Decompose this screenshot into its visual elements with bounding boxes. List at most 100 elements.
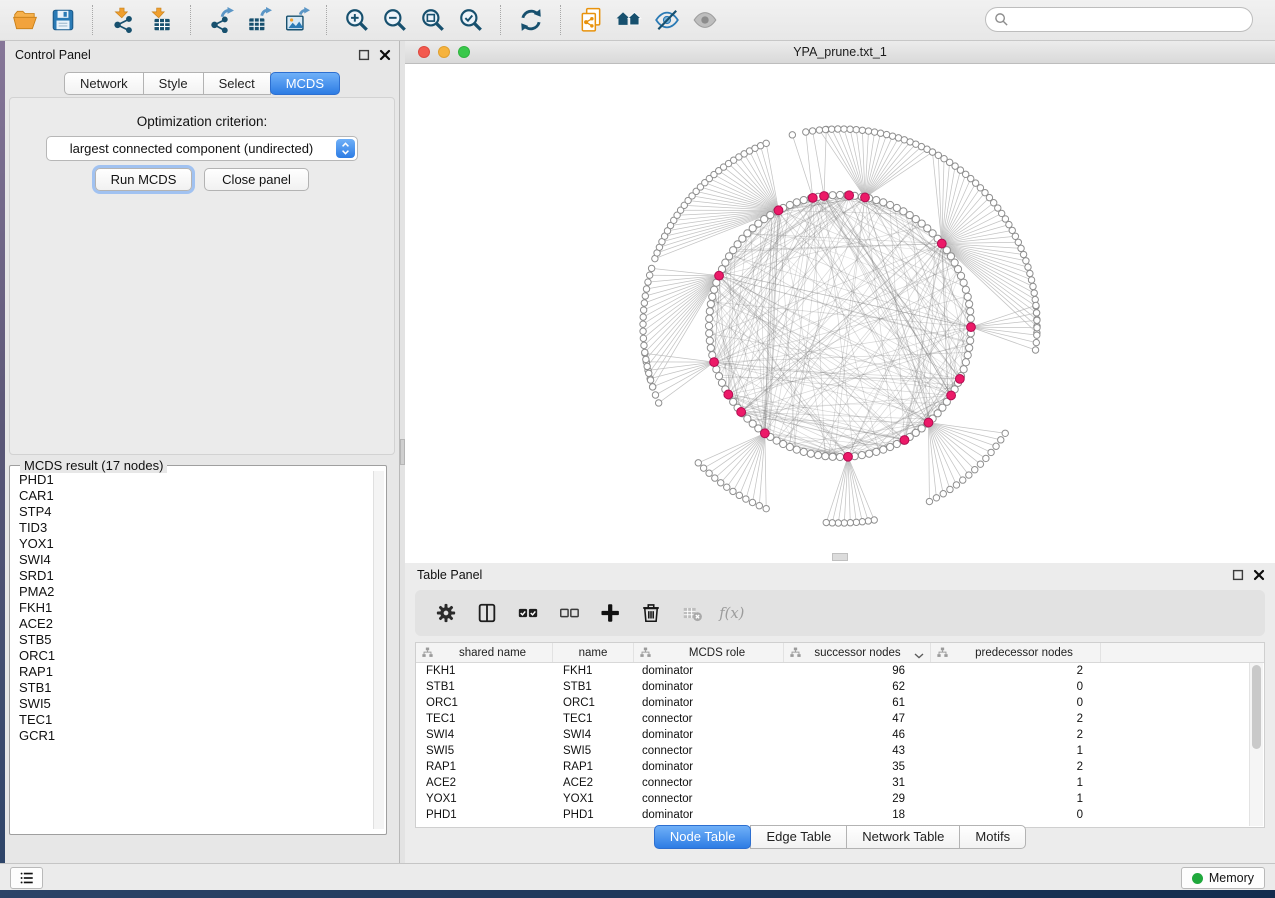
mcds-result-box: MCDS result (17 nodes) PHD1CAR1STP4TID3Y…	[9, 465, 387, 835]
table-cell: SWI5	[553, 745, 634, 757]
network-canvas[interactable]	[405, 64, 1275, 563]
export-image-button[interactable]	[278, 3, 316, 37]
mcds-result-item[interactable]: SWI4	[19, 552, 373, 568]
memory-status-icon	[1192, 873, 1203, 884]
zoom-fit-button[interactable]	[414, 3, 452, 37]
table-cell: dominator	[634, 809, 784, 821]
table-cell: 43	[784, 745, 931, 757]
mcds-result-item[interactable]: PHD1	[19, 472, 373, 488]
table-row[interactable]: ORC1ORC1dominator610	[416, 695, 1264, 711]
zoom-selected-button[interactable]	[452, 3, 490, 37]
hide-selected-button[interactable]	[648, 3, 686, 37]
import-network-button[interactable]	[104, 3, 142, 37]
table-row[interactable]: STB1STB1dominator620	[416, 679, 1264, 695]
mcds-result-item[interactable]: STP4	[19, 504, 373, 520]
mcds-result-item[interactable]: CAR1	[19, 488, 373, 504]
tab-mcds[interactable]: MCDS	[270, 72, 340, 95]
columns-button[interactable]	[474, 600, 500, 626]
tab-style[interactable]: Style	[143, 72, 204, 95]
mcds-result-item[interactable]: YOX1	[19, 536, 373, 552]
refresh-button[interactable]	[512, 3, 550, 37]
delete-table-icon	[681, 602, 703, 624]
select-all-button[interactable]	[515, 600, 541, 626]
gear-button[interactable]	[433, 600, 459, 626]
export-network-button[interactable]	[202, 3, 240, 37]
mcds-result-item[interactable]: TEC1	[19, 712, 373, 728]
import-table-icon	[148, 7, 174, 33]
table-cell: 2	[931, 665, 1101, 677]
mcds-result-item[interactable]: FKH1	[19, 600, 373, 616]
node-table-body: FKH1FKH1dominator962STB1STB1dominator620…	[416, 663, 1264, 823]
tab-motifs[interactable]: Motifs	[959, 825, 1026, 849]
export-table-button[interactable]	[240, 3, 278, 37]
mcds-result-item[interactable]: ACE2	[19, 616, 373, 632]
first-neighbors-button[interactable]	[610, 3, 648, 37]
task-history-button[interactable]	[10, 867, 43, 889]
scrollbar-thumb[interactable]	[1252, 665, 1261, 749]
run-mcds-button[interactable]: Run MCDS	[95, 168, 192, 191]
node-table: shared namenameMCDS rolesuccessor nodesp…	[415, 642, 1265, 828]
zoom-out-button[interactable]	[376, 3, 414, 37]
table-cell: ACE2	[416, 777, 553, 789]
column-header-predecessor-nodes[interactable]: predecessor nodes	[931, 643, 1101, 662]
tab-edge-table[interactable]: Edge Table	[750, 825, 847, 849]
deselect-all-button[interactable]	[556, 600, 582, 626]
zoom-in-button[interactable]	[338, 3, 376, 37]
open-folder-button[interactable]	[6, 3, 44, 37]
mcds-result-item[interactable]: SWI5	[19, 696, 373, 712]
network-splitter-grip[interactable]	[832, 553, 848, 561]
close-panel-icon[interactable]	[379, 48, 391, 60]
table-row[interactable]: RAP1RAP1dominator352	[416, 759, 1264, 775]
table-cell: connector	[634, 745, 784, 757]
table-cell: STB1	[553, 681, 634, 693]
network-window-titlebar[interactable]: YPA_prune.txt_1	[405, 41, 1275, 64]
float-table-panel-icon[interactable]	[1232, 568, 1244, 580]
tab-network[interactable]: Network	[64, 72, 144, 95]
mcds-result-item[interactable]: TID3	[19, 520, 373, 536]
column-header-shared-name[interactable]: shared name	[416, 643, 553, 662]
table-cell: 1	[931, 793, 1101, 805]
table-row[interactable]: SWI5SWI5connector431	[416, 743, 1264, 759]
save-button[interactable]	[44, 3, 82, 37]
mcds-result-item[interactable]: STB5	[19, 632, 373, 648]
table-row[interactable]: PHD1PHD1dominator180	[416, 807, 1264, 823]
close-panel-button[interactable]: Close panel	[204, 168, 309, 191]
main-toolbar	[0, 0, 1275, 41]
close-table-panel-icon[interactable]	[1253, 568, 1265, 580]
float-panel-icon[interactable]	[358, 48, 370, 60]
node-table-scrollbar[interactable]	[1249, 663, 1263, 826]
mcds-result-scrollbar[interactable]	[373, 471, 384, 829]
duplicate-network-button[interactable]	[572, 3, 610, 37]
table-row[interactable]: SWI4SWI4dominator462	[416, 727, 1264, 743]
table-cell: RAP1	[416, 761, 553, 773]
column-header-MCDS-role[interactable]: MCDS role	[634, 643, 784, 662]
mcds-result-item[interactable]: STB1	[19, 680, 373, 696]
memory-button[interactable]: Memory	[1181, 867, 1265, 889]
table-row[interactable]: YOX1YOX1connector291	[416, 791, 1264, 807]
mcds-result-item[interactable]: PMA2	[19, 584, 373, 600]
toolbar-separator	[92, 5, 94, 35]
add-button[interactable]	[597, 600, 623, 626]
mcds-result-item[interactable]: RAP1	[19, 664, 373, 680]
tab-select[interactable]: Select	[203, 72, 271, 95]
tab-node-table[interactable]: Node Table	[654, 825, 752, 849]
table-row[interactable]: ACE2ACE2connector311	[416, 775, 1264, 791]
mcds-result-item[interactable]: GCR1	[19, 728, 373, 744]
table-cell: ORC1	[553, 697, 634, 709]
column-header-successor-nodes[interactable]: successor nodes	[784, 643, 931, 662]
delete-button[interactable]	[638, 600, 664, 626]
criterion-dropdown[interactable]: largest connected component (undirected)	[46, 136, 358, 161]
delete-icon	[640, 602, 662, 624]
table-row[interactable]: TEC1TEC1connector472	[416, 711, 1264, 727]
mcds-result-item[interactable]: SRD1	[19, 568, 373, 584]
mcds-result-list[interactable]: PHD1CAR1STP4TID3YOX1SWI4SRD1PMA2FKH1ACE2…	[11, 472, 373, 830]
columns-icon	[476, 602, 498, 624]
import-table-button[interactable]	[142, 3, 180, 37]
tab-network-table[interactable]: Network Table	[846, 825, 960, 849]
search-input[interactable]	[985, 7, 1253, 32]
column-header-name[interactable]: name	[553, 643, 634, 662]
table-row[interactable]: FKH1FKH1dominator962	[416, 663, 1264, 679]
gear-icon	[435, 602, 457, 624]
mcds-result-item[interactable]: ORC1	[19, 648, 373, 664]
table-cell: 2	[931, 713, 1101, 725]
